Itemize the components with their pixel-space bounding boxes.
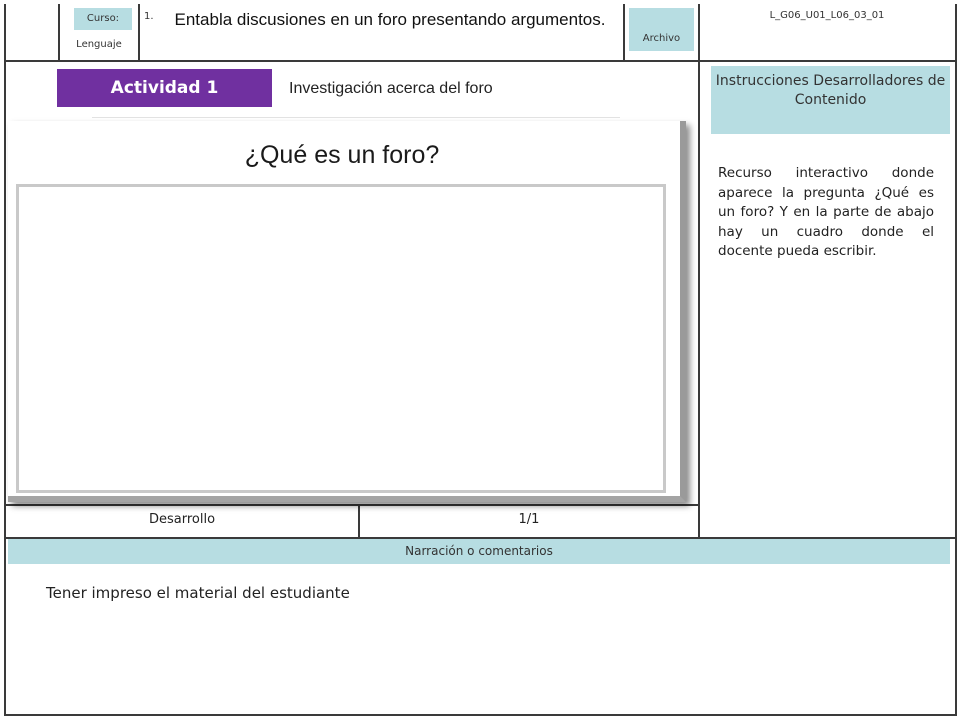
file-code: L_G06_U01_L06_03_01 [769,10,885,21]
activity-subtitle: Investigación acerca del foro [289,80,493,97]
outer-border-bottom [4,714,957,716]
right-column-line [698,4,700,538]
narration-title: Narración o comentarios [8,539,950,564]
instructions-body: Recurso interactivo donde aparece la pre… [718,165,934,259]
interactive-card: ¿Qué es un foro? [8,121,686,502]
header-col-line-3 [623,4,625,60]
course-label: Curso: [74,8,132,30]
writing-box[interactable] [16,184,666,493]
outer-border-right [955,4,957,714]
outer-border-left [4,4,6,714]
question-heading: ¿Qué es un foro? [244,141,440,169]
subtitle-underline [92,117,620,118]
archive-label: Archivo [629,8,694,51]
section-name: Desarrollo [148,512,216,527]
header-col-line-1 [58,4,60,60]
instructions-title: Instrucciones Desarrolladores de Conteni… [711,66,950,134]
header-divider [4,60,957,62]
header-col-line-2 [138,4,140,60]
activity-badge: Actividad 1 [57,69,272,107]
page-title: Entabla discusiones en un foro presentan… [174,10,606,29]
narration-text: Tener impreso el material del estudiante [46,584,350,602]
footer-row-top [4,504,699,506]
page-counter: 1/1 [518,512,540,527]
course-value: Lenguaje [76,39,122,50]
